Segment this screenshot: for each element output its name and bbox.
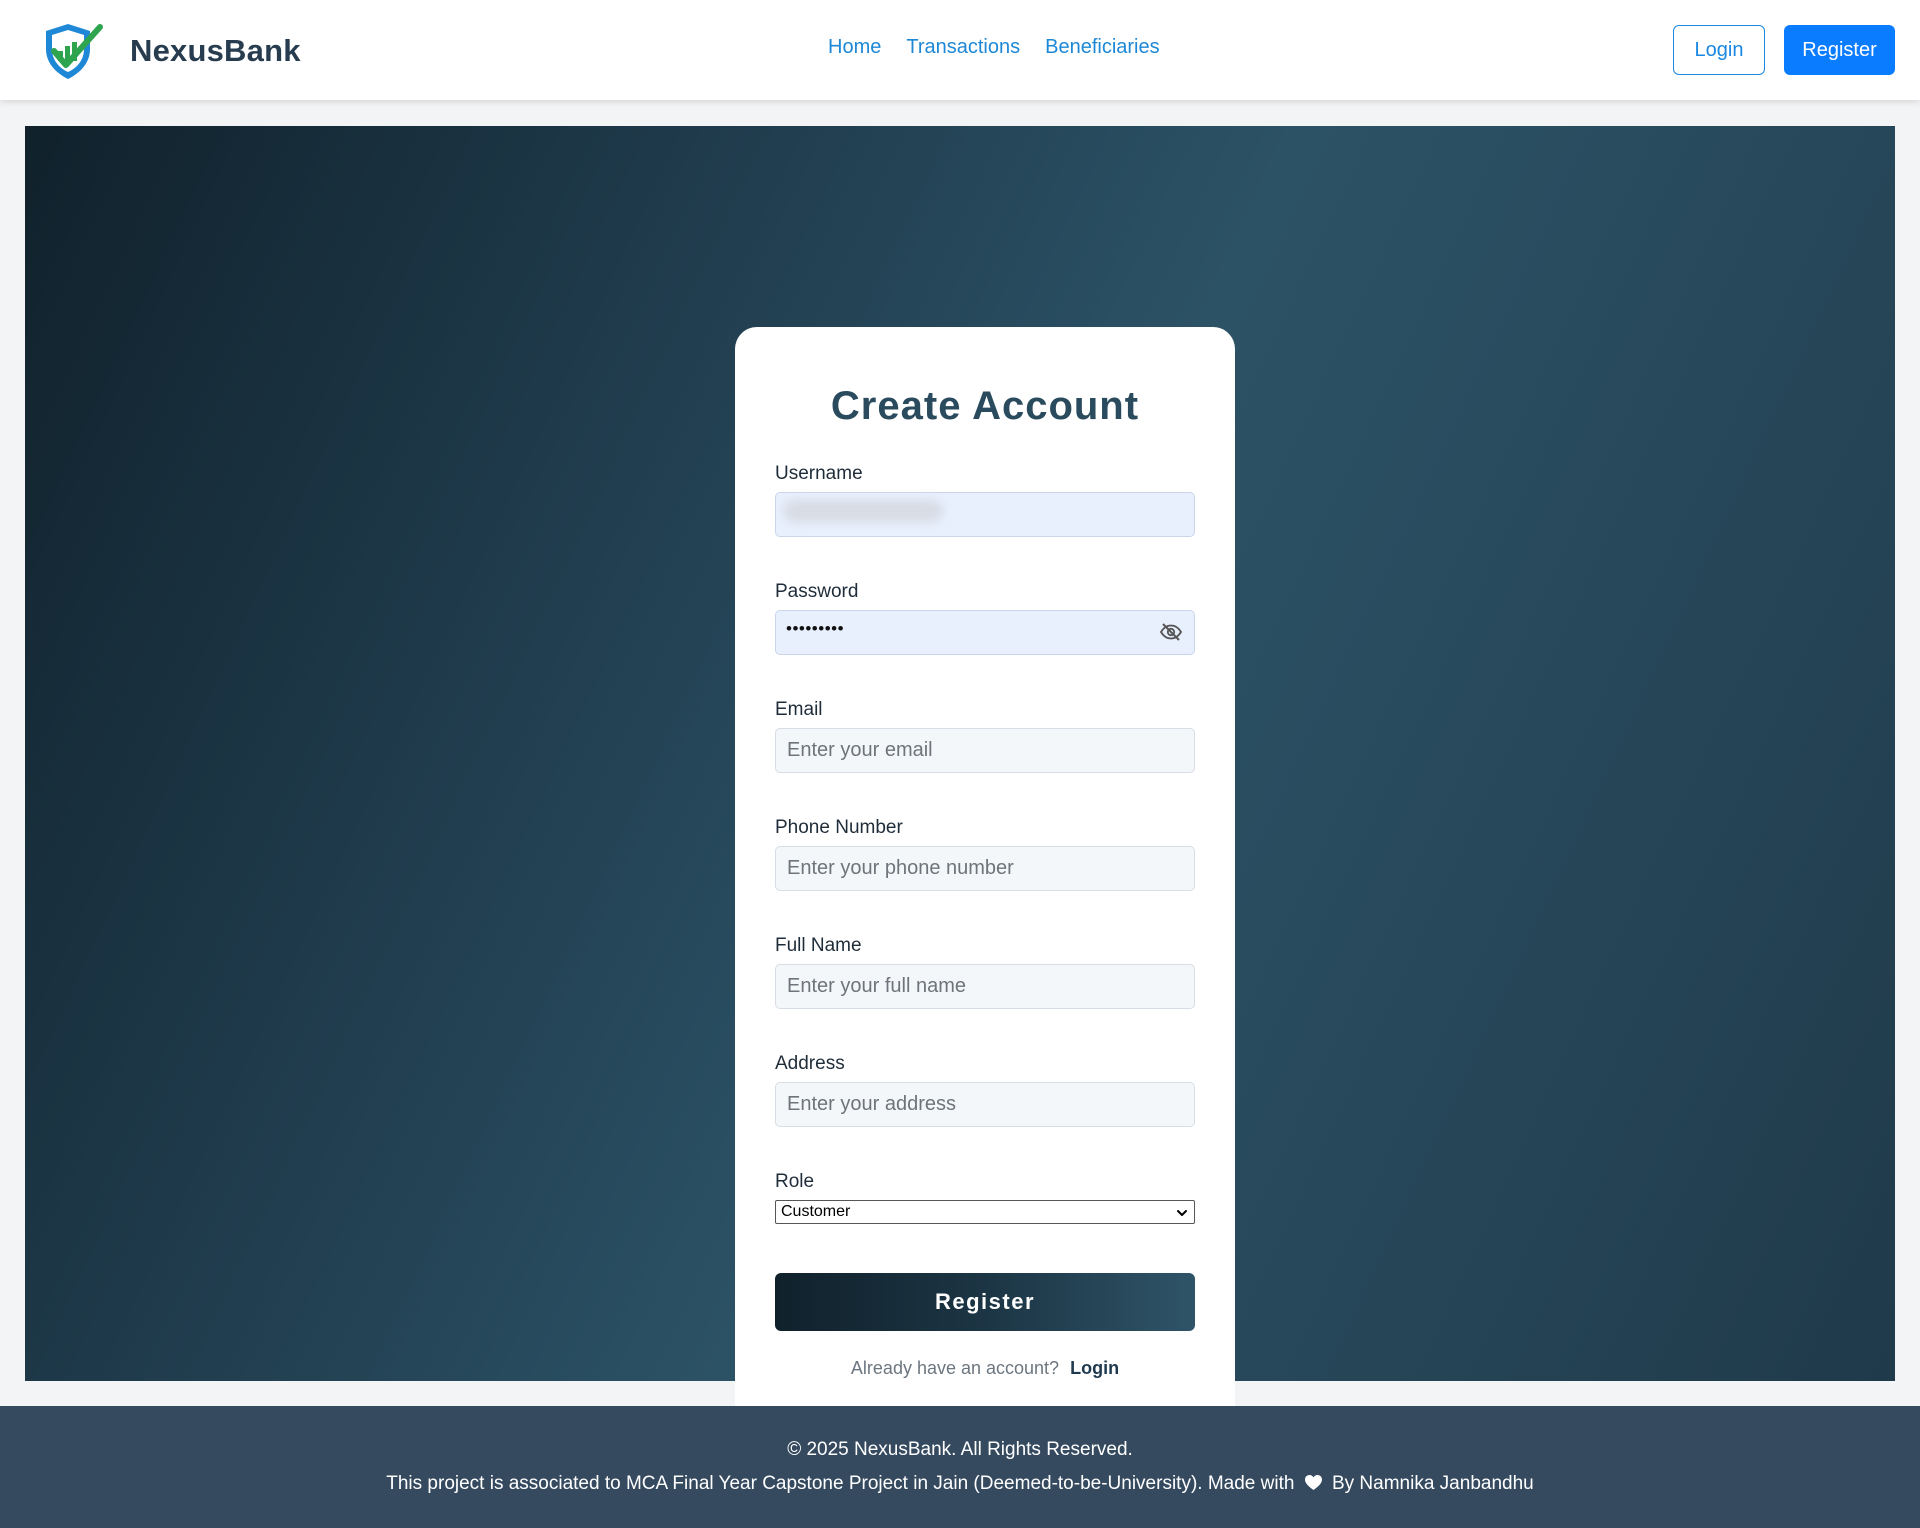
register-card: Create Account Username Password •••••••… — [735, 327, 1235, 1432]
address-field[interactable] — [775, 1082, 1195, 1127]
eye-off-icon[interactable] — [1159, 620, 1183, 644]
login-prompt: Already have an account? Login — [735, 1358, 1235, 1379]
password-masked-value: ••••••••• — [786, 619, 845, 638]
role-select[interactable]: Customer — [775, 1200, 1195, 1224]
brand[interactable]: NexusBank — [38, 24, 301, 79]
footer-copyright: © 2025 NexusBank. All Rights Reserved. — [787, 1439, 1133, 1460]
heart-icon — [1304, 1474, 1322, 1491]
nav-login-button[interactable]: Login — [1673, 25, 1765, 75]
chevron-down-icon — [1177, 1210, 1187, 1216]
role-selected-value: Customer — [781, 1203, 851, 1220]
role-label: Role — [775, 1171, 815, 1192]
username-label: Username — [775, 463, 863, 484]
page-title: Create Account — [830, 384, 1140, 428]
register-submit-button[interactable]: Register — [775, 1273, 1195, 1331]
full-name-field[interactable] — [775, 964, 1195, 1009]
phone-field[interactable] — [775, 846, 1195, 891]
brand-name: NexusBank — [130, 33, 301, 68]
password-label: Password — [775, 581, 859, 602]
nav-link-beneficiaries[interactable]: Beneficiaries — [1045, 36, 1160, 59]
footer: © 2025 NexusBank. All Rights Reserved. T… — [0, 1406, 1920, 1528]
footer-credit: This project is associated to MCA Final … — [0, 1473, 1920, 1495]
hero-section: Create Account Username Password •••••••… — [25, 126, 1895, 1432]
phone-label: Phone Number — [775, 817, 903, 838]
footer-credit-suffix: By Namnika Janbandhu — [1331, 1473, 1534, 1494]
nav-links: Home Transactions Beneficiaries — [828, 36, 1160, 59]
navbar: NexusBank Home Transactions Beneficiarie… — [0, 0, 1920, 100]
login-link[interactable]: Login — [1070, 1358, 1119, 1378]
nav-link-transactions[interactable]: Transactions — [906, 36, 1020, 59]
nav-register-button[interactable]: Register — [1784, 25, 1895, 75]
email-field[interactable] — [775, 728, 1195, 773]
email-label: Email — [775, 699, 823, 720]
nav-link-home[interactable]: Home — [828, 36, 881, 59]
address-label: Address — [775, 1053, 845, 1074]
shield-check-logo-icon — [46, 24, 103, 79]
footer-credit-prefix: This project is associated to MCA Final … — [386, 1473, 1295, 1494]
full-name-label: Full Name — [775, 935, 862, 956]
username-redacted-value — [783, 500, 943, 522]
login-prompt-text: Already have an account? — [850, 1358, 1060, 1378]
